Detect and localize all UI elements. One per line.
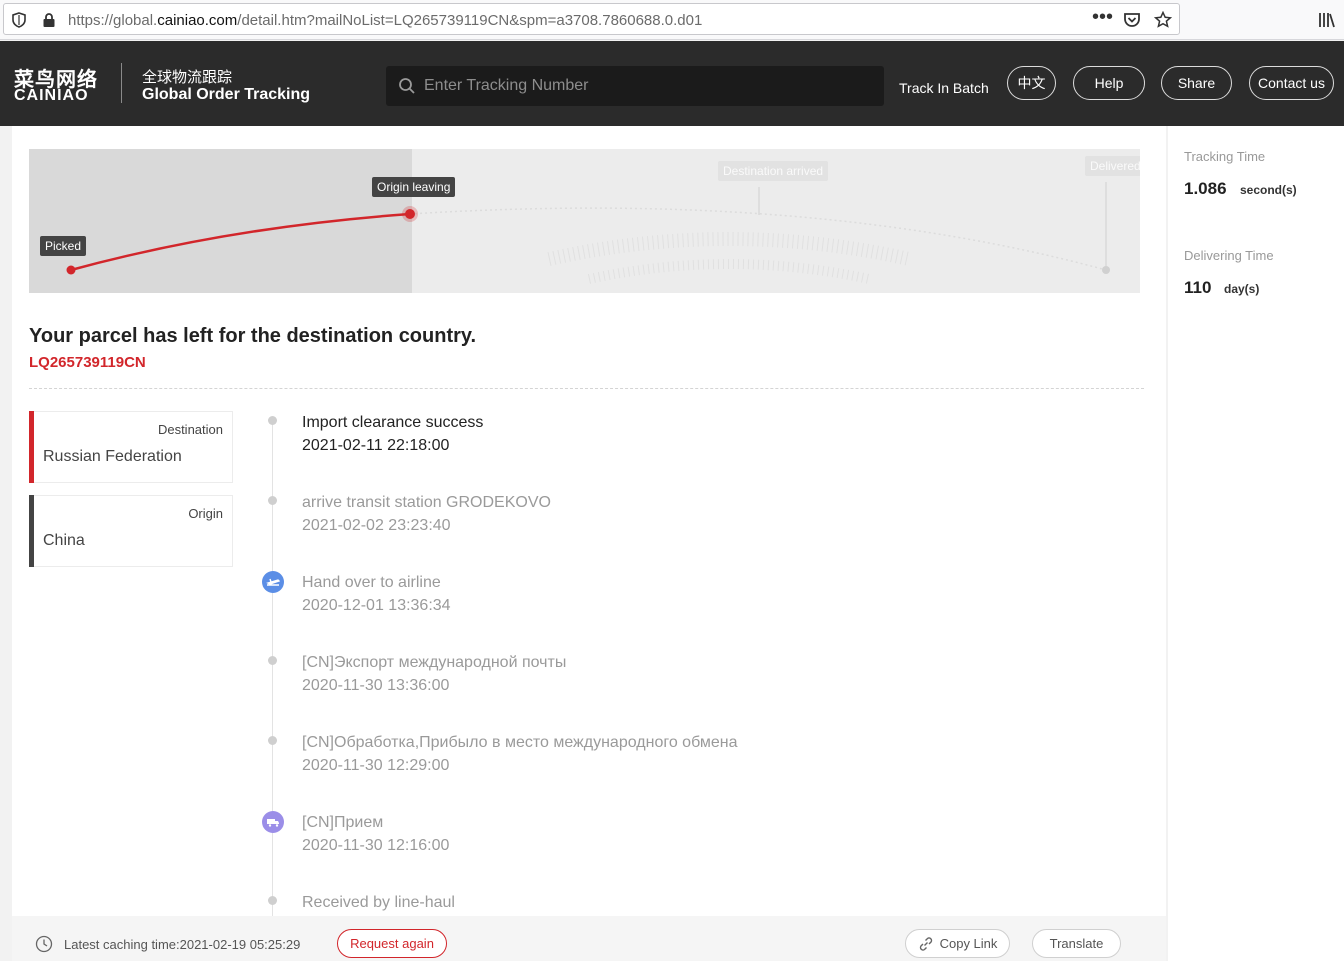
event-title: arrive transit station GRODEKOVO <box>302 494 551 511</box>
delivering-time-unit: day(s) <box>1224 282 1260 296</box>
airplane-icon <box>262 571 284 593</box>
destination-card: Destination Russian Federation <box>29 411 233 483</box>
search-icon[interactable] <box>398 77 416 95</box>
track-in-batch-link[interactable]: Track In Batch <box>899 80 989 96</box>
globe-pattern <box>547 232 911 284</box>
event-time: 2020-11-30 12:29:00 <box>302 757 450 774</box>
brand-title-english: Global Order Tracking <box>142 86 311 103</box>
url-text[interactable]: https://global.cainiao.com/detail.htm?ma… <box>68 12 702 29</box>
stage-label-origin-leaving: Origin leaving <box>372 177 456 197</box>
event-title: Hand over to airline <box>302 574 441 591</box>
clock-icon <box>35 935 53 953</box>
language-button[interactable]: 中文 <box>1007 66 1056 100</box>
destination-accent-bar <box>29 411 34 483</box>
copy-link-label: Copy Link <box>939 936 998 951</box>
route-graphic <box>66 182 1110 284</box>
delivering-time-label: Delivering Time <box>1184 248 1274 263</box>
timeline-dot <box>268 896 277 905</box>
picked-point <box>66 265 76 275</box>
divider <box>29 388 1144 389</box>
tracking-protection-icon[interactable] <box>10 11 28 29</box>
delivering-time-value: 110 <box>1184 278 1212 297</box>
library-icon[interactable] <box>1318 11 1336 29</box>
browser-toolbar: https://global.cainiao.com/detail.htm?ma… <box>0 0 1344 40</box>
logo-divider <box>121 63 122 103</box>
completed-route-line <box>70 212 411 272</box>
current-point <box>405 209 415 219</box>
timeline-dot <box>268 496 277 505</box>
origin-value: China <box>43 532 85 549</box>
delivered-point <box>1102 266 1110 274</box>
tracking-number: LQ265739119CN <box>29 354 146 371</box>
translate-button[interactable]: Translate <box>1032 929 1121 958</box>
timeline-dot <box>268 416 277 425</box>
tracking-time-label: Tracking Time <box>1184 149 1266 164</box>
event-title: [CN]Обработка,Прибыло в место международ… <box>302 734 738 751</box>
parcel-status-title: Your parcel has left for the destination… <box>29 325 477 347</box>
origin-accent-bar <box>29 495 34 567</box>
destination-value: Russian Federation <box>43 448 182 465</box>
search-box <box>386 66 884 106</box>
timeline-dot <box>268 736 277 745</box>
event-time: 2021-02-02 23:23:40 <box>302 517 451 534</box>
help-button[interactable]: Help <box>1073 66 1145 100</box>
truck-icon <box>262 811 284 833</box>
stage-label-delivered: Delivered <box>1085 156 1140 176</box>
logo-english[interactable]: CAINIAO <box>14 87 89 105</box>
event-title: [CN]Прием <box>302 814 384 831</box>
timeline-line <box>272 420 273 920</box>
more-actions-icon[interactable]: ••• <box>1092 6 1113 29</box>
contact-us-button[interactable]: Contact us <box>1249 66 1334 100</box>
copy-link-button[interactable]: Copy Link <box>905 929 1010 958</box>
event-time: 2020-12-01 13:36:34 <box>302 597 451 614</box>
event-title: Received by line-haul <box>302 894 455 911</box>
progress-map: Picked Origin leaving Destination arrive… <box>29 149 1140 293</box>
lock-icon[interactable] <box>40 11 58 29</box>
brand-title-chinese: 全球物流跟踪 <box>142 69 233 86</box>
stage-label-destination-arrived: Destination arrived <box>718 161 829 181</box>
link-icon <box>918 936 934 952</box>
site-header: 菜鸟网络 CAINIAO 全球物流跟踪 Global Order Trackin… <box>0 41 1344 126</box>
destination-label: Destination <box>157 422 223 437</box>
request-again-button[interactable]: Request again <box>337 929 447 958</box>
timeline-dot <box>268 656 277 665</box>
origin-label: Origin <box>188 506 223 521</box>
event-time: 2020-11-30 12:16:00 <box>302 837 450 854</box>
latest-caching-time: Latest caching time:2021-02-19 05:25:29 <box>64 937 301 952</box>
stage-label-picked: Picked <box>40 236 87 256</box>
tracking-number-input[interactable] <box>424 66 874 106</box>
tracking-time-unit: second(s) <box>1240 183 1297 197</box>
address-bar[interactable]: https://global.cainiao.com/detail.htm?ma… <box>3 3 1180 35</box>
event-time: 2021-02-11 22:18:00 <box>302 437 450 454</box>
origin-card: Origin China <box>29 495 233 567</box>
event-title: [CN]Экспорт международной почты <box>302 654 567 671</box>
bookmark-star-icon[interactable] <box>1154 11 1172 29</box>
share-button[interactable]: Share <box>1161 66 1232 100</box>
event-time: 2020-11-30 13:36:00 <box>302 677 450 694</box>
pocket-icon[interactable] <box>1123 11 1141 29</box>
tracking-time-value: 1.086 <box>1184 179 1227 198</box>
event-title: Import clearance success <box>302 414 484 431</box>
